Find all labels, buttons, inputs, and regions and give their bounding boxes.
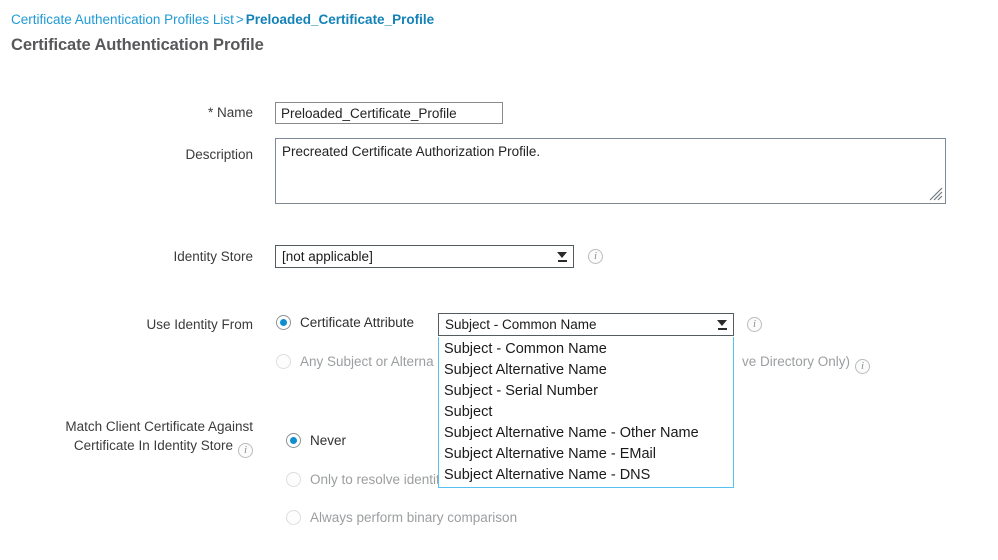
use-identity-from-label: Use Identity From [20,316,253,333]
dropdown-option[interactable]: Subject Alternative Name - Other Name [439,423,733,444]
match-client-certificate-label-line1: Match Client Certificate Against [65,419,253,434]
match-client-certificate-label-line2: Certificate In Identity Store [74,438,233,453]
radio-certificate-attribute[interactable]: Certificate Attribute [276,315,414,330]
name-input[interactable] [275,102,503,124]
identity-store-label: Identity Store [20,248,253,265]
radio-always-perform-binary-comparison-label: Always perform binary comparison [310,510,517,525]
radio-certificate-attribute-label: Certificate Attribute [300,315,414,330]
identity-store-info-icon[interactable]: i [588,249,603,264]
match-client-certificate-info-icon[interactable]: i [238,443,253,458]
chevron-down-icon [551,252,573,262]
radio-any-subject-or-alt-name[interactable]: Any Subject or Alterna [276,354,434,369]
radio-always-perform-binary-comparison[interactable]: Always perform binary comparison [286,510,517,525]
certificate-attribute-value: Subject - Common Name [439,317,711,332]
radio-always-perform-binary-comparison-indicator [286,510,301,525]
certificate-attribute-dropdown-list[interactable]: Subject - Common NameSubject Alternative… [438,337,734,488]
breadcrumb-parent-link[interactable]: Certificate Authentication Profiles List [11,12,234,27]
certificate-attribute-select[interactable]: Subject - Common Name [438,313,734,336]
radio-never-indicator [286,433,301,448]
radio-never[interactable]: Never [286,433,346,448]
page-title: Certificate Authentication Profile [11,36,264,55]
identity-store-select[interactable]: [not applicable] [275,245,574,268]
identity-store-value: [not applicable] [276,249,551,264]
dropdown-option[interactable]: Subject [439,402,733,423]
breadcrumb-separator: > [234,12,246,27]
radio-any-subject-or-alt-name-label-right-text: ve Directory Only) [742,354,850,369]
dropdown-option[interactable]: Subject Alternative Name [439,360,733,381]
any-subject-info-icon[interactable]: i [855,359,870,374]
description-textarea[interactable]: Precreated Certificate Authorization Pro… [275,138,946,204]
radio-any-subject-or-alt-name-label-right: ve Directory Only) i [742,354,870,374]
dropdown-option[interactable]: Subject - Serial Number [439,381,733,402]
radio-certificate-attribute-indicator [276,315,291,330]
radio-only-to-resolve-identity-ambiguity-indicator [286,472,301,487]
match-client-certificate-label: Match Client Certificate Against Certifi… [20,417,253,458]
breadcrumb-current[interactable]: Preloaded_Certificate_Profile [246,12,434,27]
dropdown-option[interactable]: Subject - Common Name [439,339,733,360]
radio-any-subject-or-alt-name-label-left: Any Subject or Alterna [300,354,434,369]
dropdown-option[interactable]: Subject Alternative Name - EMail [439,444,733,465]
description-label: Description [20,146,253,163]
breadcrumb: Certificate Authentication Profiles List… [11,12,434,28]
radio-never-label: Never [310,433,346,448]
certificate-attribute-info-icon[interactable]: i [747,317,762,332]
dropdown-option[interactable]: Subject Alternative Name - DNS [439,465,733,486]
chevron-down-icon [711,320,733,330]
name-label: * Name [20,104,253,121]
radio-any-subject-or-alt-name-indicator [276,354,291,369]
